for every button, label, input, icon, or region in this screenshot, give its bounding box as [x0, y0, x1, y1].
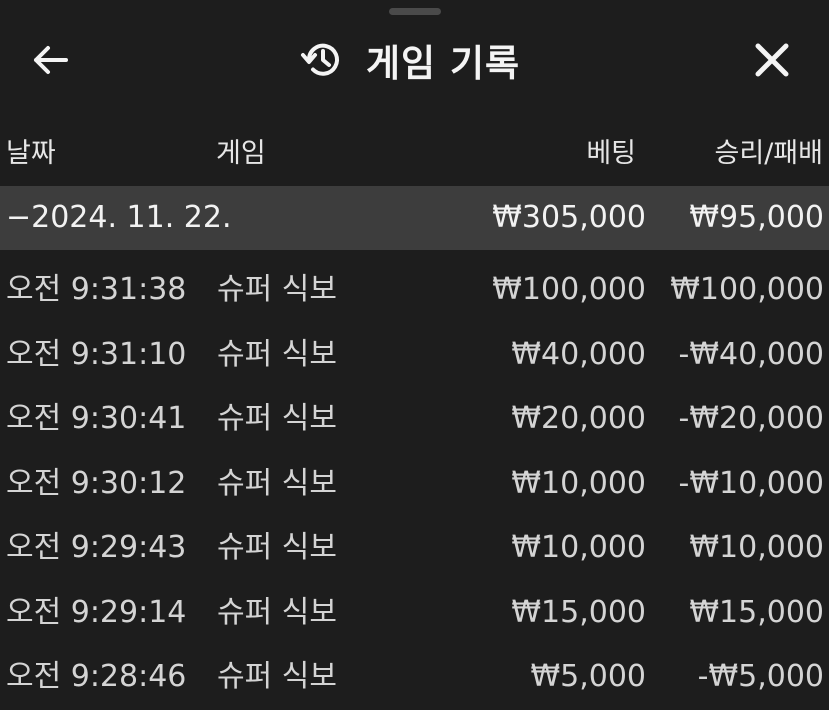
row-bet: ₩100,000: [492, 272, 646, 307]
row-result: -₩40,000: [678, 336, 824, 372]
column-header-date: 날짜: [6, 138, 56, 169]
history-row[interactable]: 오전 9:30:41 슈퍼 식보 ₩20,000 -₩20,000: [0, 387, 829, 452]
history-list: 오전 9:31:38 슈퍼 식보 ₩100,000 ₩100,000 오전 9:…: [0, 258, 829, 710]
row-result: -₩10,000: [678, 465, 824, 501]
sheet-drag-handle[interactable]: [389, 8, 441, 15]
row-game: 슈퍼 식보: [217, 465, 337, 501]
row-bet: ₩10,000: [511, 465, 646, 501]
history-row[interactable]: 오전 9:29:43 슈퍼 식보 ₩10,000 ₩10,000: [0, 516, 829, 581]
history-icon: [301, 43, 339, 76]
row-game: 슈퍼 식보: [217, 336, 337, 372]
close-icon: [755, 43, 789, 77]
row-bet: ₩20,000: [511, 401, 646, 436]
group-date: −2024. 11. 22.: [6, 200, 232, 235]
title-group: 게임 기록: [300, 36, 521, 85]
history-row[interactable]: 오전 9:29:14 슈퍼 식보 ₩15,000 ₩15,000: [0, 581, 829, 646]
history-row[interactable]: 오전 9:28:46 슈퍼 식보 ₩5,000 -₩5,000: [0, 645, 829, 710]
row-time: 오전 9:29:14: [6, 594, 187, 630]
row-game: 슈퍼 식보: [217, 594, 337, 630]
row-time: 오전 9:30:12: [6, 465, 187, 501]
history-row[interactable]: 오전 9:30:12 슈퍼 식보 ₩10,000 -₩10,000: [0, 452, 829, 517]
row-result: -₩5,000: [697, 659, 824, 694]
arrow-left-icon: [34, 46, 68, 74]
row-bet: ₩5,000: [530, 659, 646, 694]
row-time: 오전 9:31:38: [6, 272, 187, 307]
history-row[interactable]: 오전 9:31:10 슈퍼 식보 ₩40,000 -₩40,000: [0, 323, 829, 388]
column-header-game: 게임: [216, 138, 266, 169]
row-bet: ₩15,000: [511, 594, 646, 630]
row-time: 오전 9:31:10: [6, 336, 187, 372]
row-bet: ₩40,000: [511, 336, 646, 372]
date-group-row[interactable]: −2024. 11. 22. ₩305,000 ₩95,000: [0, 186, 829, 250]
row-time: 오전 9:28:46: [6, 659, 187, 694]
group-total-bet: ₩305,000: [492, 200, 646, 235]
row-time: 오전 9:29:43: [6, 530, 187, 565]
history-row[interactable]: 오전 9:31:38 슈퍼 식보 ₩100,000 ₩100,000: [0, 258, 829, 323]
row-result: -₩20,000: [678, 401, 824, 436]
row-game: 슈퍼 식보: [217, 659, 337, 694]
row-result: ₩15,000: [689, 594, 824, 630]
row-game: 슈퍼 식보: [217, 530, 337, 565]
row-game: 슈퍼 식보: [217, 401, 337, 436]
page-title: 게임 기록: [366, 42, 521, 85]
row-result: ₩10,000: [689, 530, 824, 565]
header: 게임 기록: [0, 24, 829, 96]
column-header-result: 승리/패배: [714, 138, 823, 169]
column-header-bet: 베팅: [586, 138, 636, 169]
back-button[interactable]: [30, 37, 86, 83]
row-game: 슈퍼 식보: [217, 272, 337, 307]
group-total-result: ₩95,000: [689, 200, 824, 235]
row-result: ₩100,000: [670, 272, 824, 307]
close-button[interactable]: [744, 34, 800, 86]
row-bet: ₩10,000: [511, 530, 646, 565]
row-time: 오전 9:30:41: [6, 401, 187, 436]
